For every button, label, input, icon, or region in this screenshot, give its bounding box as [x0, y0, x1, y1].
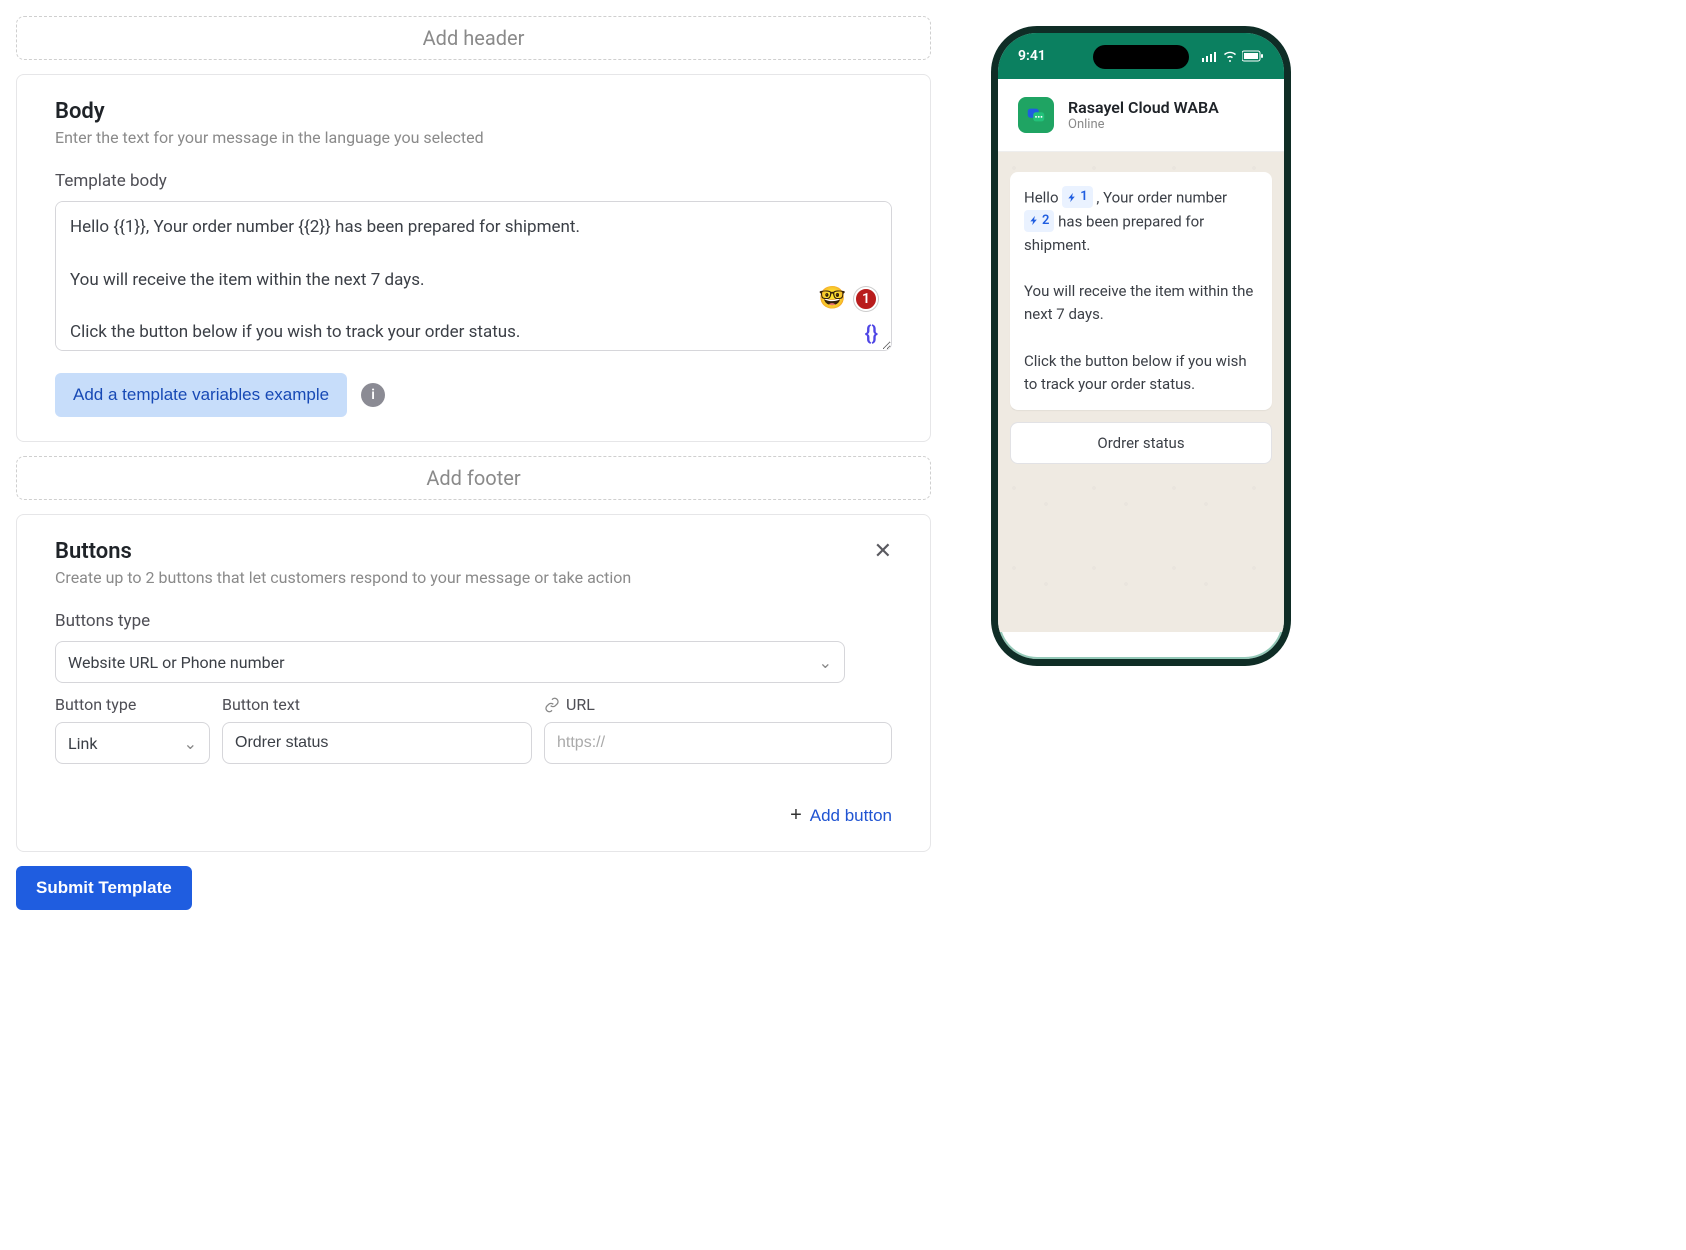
message-bubble: Hello 1 , Your order number 2 has been p… [1010, 172, 1272, 410]
add-footer-button[interactable]: Add footer [16, 456, 931, 500]
body-title: Body [55, 99, 892, 124]
add-template-vars-button[interactable]: Add a template variables example [55, 373, 347, 417]
button-type-col-label: Button type [55, 695, 210, 714]
var-chip-2: 2 [1024, 210, 1054, 232]
buttons-subtitle: Create up to 2 buttons that let customer… [55, 568, 631, 587]
button-text-col-label: Button text [222, 695, 532, 714]
template-body-textarea[interactable] [55, 201, 892, 351]
var-chip-1: 1 [1062, 186, 1092, 208]
add-button-label: Add button [810, 806, 892, 826]
status-time: 9:41 [1018, 48, 1046, 64]
add-footer-label: Add footer [426, 466, 520, 490]
contact-status: Online [1068, 117, 1219, 132]
contact-name: Rasayel Cloud WABA [1068, 98, 1219, 117]
link-icon [544, 697, 560, 713]
buttons-card: Buttons Create up to 2 buttons that let … [16, 514, 931, 852]
info-icon[interactable]: i [361, 383, 385, 407]
template-body-label: Template body [55, 171, 892, 191]
braces-icon[interactable]: {} [865, 321, 878, 345]
preview-button: Ordrer status [1010, 422, 1272, 464]
signal-icon [1202, 50, 1218, 62]
button-type-select[interactable]: Link ⌄ [55, 722, 210, 764]
avatar [1018, 97, 1054, 133]
emoji-icon[interactable]: 🤓 [819, 286, 846, 311]
status-icons [1202, 50, 1264, 62]
plus-icon: + [790, 804, 802, 827]
phone-notch [1093, 45, 1189, 69]
add-header-button[interactable]: Add header [16, 16, 931, 60]
chevron-down-icon: ⌄ [184, 734, 197, 753]
battery-icon [1242, 50, 1264, 62]
button-url-input[interactable] [544, 722, 892, 764]
body-subtitle: Enter the text for your message in the l… [55, 128, 892, 147]
add-header-label: Add header [423, 26, 525, 50]
buttons-title: Buttons [55, 539, 631, 564]
wifi-icon [1222, 50, 1238, 62]
error-badge: 1 [854, 287, 878, 311]
buttons-type-select[interactable]: Website URL or Phone number ⌄ [55, 641, 845, 683]
submit-template-button[interactable]: Submit Template [16, 866, 192, 910]
add-button[interactable]: + Add button [790, 804, 892, 827]
button-url-col-label: URL [544, 695, 892, 714]
body-card: Body Enter the text for your message in … [16, 74, 931, 442]
buttons-type-value: Website URL or Phone number [68, 653, 285, 672]
button-text-input[interactable] [222, 722, 532, 764]
chevron-down-icon: ⌄ [819, 653, 832, 672]
phone-preview: 9:41 Rasayel Cloud WABA Online Hello 1 [991, 26, 1291, 666]
close-icon[interactable]: ✕ [874, 539, 892, 564]
button-type-value: Link [68, 734, 97, 753]
buttons-type-label: Buttons type [55, 611, 892, 631]
